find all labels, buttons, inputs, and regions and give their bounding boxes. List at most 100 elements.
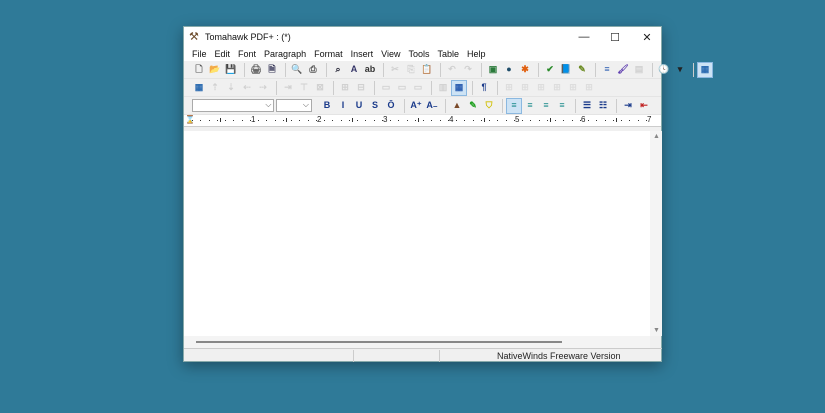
thesaurus-icon[interactable]: ✎ [575,63,589,77]
window-title: Tomahawk PDF+ : (*) [205,32,291,42]
indent-increase-icon[interactable]: ⇥ [621,99,635,113]
menu-view[interactable]: View [377,49,404,59]
delete-cell-icon[interactable]: ⊠ [313,81,327,95]
menu-edit[interactable]: Edit [211,49,235,59]
cut-icon[interactable]: ✂ [388,63,402,77]
numbered-list-icon[interactable]: ☷ [596,99,610,113]
scroll-up-icon[interactable]: ▲ [653,133,660,140]
undo-icon[interactable]: ↶ [445,63,459,77]
border-none-icon[interactable]: ⊞ [582,81,596,95]
split-cells-icon[interactable]: ⊟ [354,81,368,95]
align-left-icon[interactable]: ≡ [506,97,522,114]
spell-check-icon[interactable]: ✔ [543,63,557,77]
font-size-select[interactable]: ⌵ [276,99,312,112]
align-top-icon[interactable]: ▭ [379,81,393,95]
underline-icon[interactable]: U [352,99,366,113]
vertical-scrollbar[interactable]: ▲ ▼ [650,131,662,336]
insert-row-below-icon[interactable]: ⇣ [224,81,238,95]
insert-col-right-icon[interactable]: ⇢ [256,81,270,95]
delete-row-icon[interactable]: ⊤ [297,81,311,95]
toolbar-group: ¶ [477,80,498,95]
font-family-select[interactable]: ⌵ [192,99,275,112]
title-bar: ⚒ Tomahawk PDF+ : (*) — ☐ ✕ [184,27,661,47]
ruler[interactable]: ⌛ 1 2 3 4 5 6 7 [184,115,661,127]
paste-icon[interactable]: 📋 [420,63,434,77]
ruler-number: 5 [515,115,520,124]
horizontal-scroll-thumb[interactable] [196,341,562,343]
bold-icon[interactable]: B [320,99,334,113]
dictionary-icon[interactable]: 📘 [559,63,573,77]
border-top-icon[interactable]: ⊞ [534,81,548,95]
superscript-icon[interactable]: A⁺ [409,99,423,113]
toolbar-group: 🔍 ⎙ [290,62,327,77]
border-left-icon[interactable]: ⊞ [518,81,532,95]
new-document-icon[interactable]: 🗋 [192,63,206,77]
insert-table-icon[interactable]: ▦ [192,81,206,95]
overline-icon[interactable]: Ō [384,99,398,113]
ruler-tick [431,120,433,121]
close-button[interactable]: ✕ [631,27,663,47]
delete-col-icon[interactable]: ⇥ [281,81,295,95]
find-icon[interactable]: ⌕ [331,63,345,77]
scroll-down-icon[interactable]: ▼ [653,327,660,334]
border-right-icon[interactable]: ⊞ [550,81,564,95]
text-color-icon[interactable]: ▲ [450,99,464,113]
format-painter-icon[interactable]: 🖌 [616,63,630,77]
menu-format[interactable]: Format [310,49,347,59]
align-center-icon[interactable]: ≡ [523,99,537,113]
indent-marker-icon[interactable]: ⌛ [185,115,195,124]
print-icon[interactable]: ⎙ [306,63,320,77]
dropdown-arrow-icon[interactable]: ▾ [673,63,687,77]
bullet-list-icon[interactable]: ☰ [580,99,594,113]
print-preview-icon[interactable]: 🔍 [290,63,304,77]
merge-cells-icon[interactable]: ⊞ [338,81,352,95]
menu-file[interactable]: File [188,49,211,59]
insert-row-above-icon[interactable]: ⇡ [208,81,222,95]
page-break-icon[interactable]: ≡ [600,63,614,77]
align-middle-icon[interactable]: ▭ [395,81,409,95]
strikethrough-icon[interactable]: S [368,99,382,113]
menu-tools[interactable]: Tools [404,49,433,59]
highlight-yellow-icon[interactable]: ⛉ [482,99,496,113]
save-icon[interactable]: 💾 [224,63,238,77]
horizontal-scrollbar[interactable] [184,336,650,348]
show-gridlines-icon[interactable]: ▦ [451,79,467,96]
page-setup-icon[interactable]: 🗎 [265,63,279,77]
print-setup-icon[interactable]: 🖨 [249,63,263,77]
ruler-tick [307,120,309,121]
highlight-green-icon[interactable]: ✎ [466,99,480,113]
cell-shading-icon[interactable]: ▥ [436,81,450,95]
pilcrow-icon[interactable]: ¶ [477,81,491,95]
border-bottom-icon[interactable]: ⊞ [566,81,580,95]
copy-icon[interactable]: ⎘ [404,63,418,77]
insert-col-left-icon[interactable]: ⇠ [240,81,254,95]
justify-icon[interactable]: ≡ [555,99,569,113]
menu-paragraph[interactable]: Paragraph [260,49,310,59]
subscript-icon[interactable]: A₋ [425,99,439,113]
insert-symbol-icon[interactable]: ✱ [518,63,532,77]
open-folder-icon[interactable]: 📂 [208,63,222,77]
menu-help[interactable]: Help [463,49,490,59]
insert-date-icon[interactable]: 🕓 [657,63,671,77]
options-icon[interactable]: ▦ [697,61,713,78]
find-next-icon[interactable]: A [347,63,361,77]
insert-image-icon[interactable]: ▣ [486,63,500,77]
align-bottom-icon[interactable]: ▭ [411,81,425,95]
italic-icon[interactable]: I [336,99,350,113]
select-all-icon[interactable]: ▤ [632,63,646,77]
menu-font[interactable]: Font [234,49,260,59]
replace-icon[interactable]: ab [363,63,377,77]
document-editor[interactable] [184,131,650,336]
border-all-icon[interactable]: ⊞ [502,81,516,95]
redo-icon[interactable]: ↷ [461,63,475,77]
menu-table[interactable]: Table [433,49,463,59]
ruler-tick [192,120,193,121]
maximize-button[interactable]: ☐ [599,27,631,47]
align-right-icon[interactable]: ≡ [539,99,553,113]
insert-object-icon[interactable]: ● [502,63,516,77]
menu-insert[interactable]: Insert [347,49,378,59]
ruler-tick [291,120,292,121]
ruler-tick [406,120,408,121]
indent-decrease-icon[interactable]: ⇤ [637,99,651,113]
minimize-button[interactable]: — [568,27,600,47]
